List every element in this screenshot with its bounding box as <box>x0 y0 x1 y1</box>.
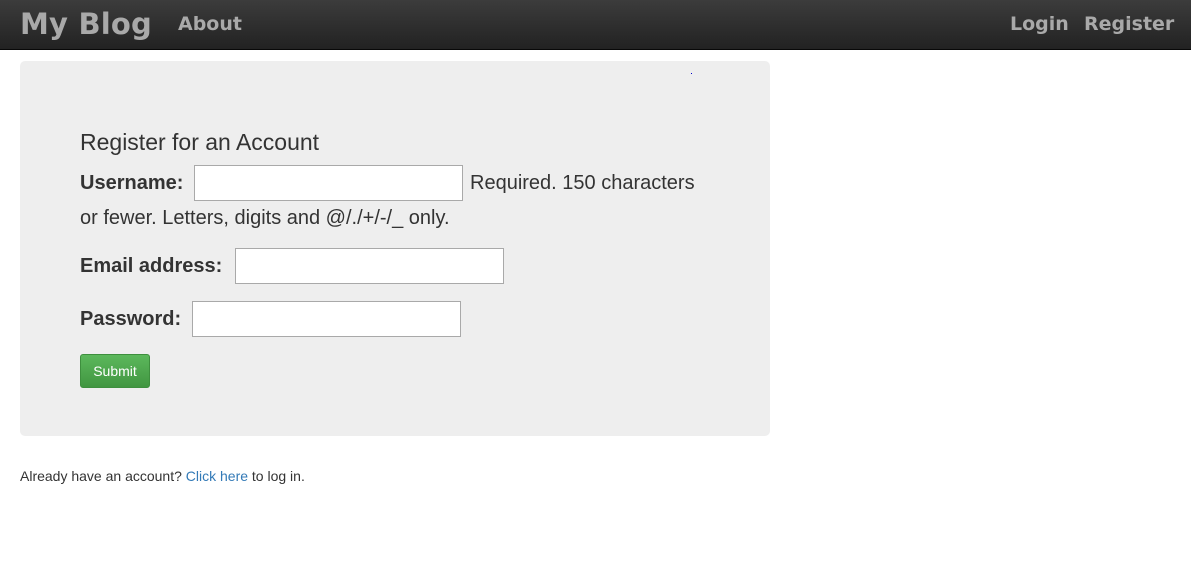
email-input[interactable] <box>235 248 504 284</box>
login-prompt: Already have an account? Click here to l… <box>20 467 305 485</box>
brand-link[interactable]: My Blog <box>20 4 152 44</box>
password-label: Password: <box>80 308 182 330</box>
nav-register-link[interactable]: Register <box>1084 12 1174 36</box>
password-input[interactable] <box>192 301 461 337</box>
username-input[interactable] <box>194 165 463 201</box>
login-link[interactable]: Click here <box>186 468 248 484</box>
username-help-text: Required. 150 characters <box>470 172 695 194</box>
form-title: Register for an Account <box>80 129 320 155</box>
nav-about-link[interactable]: About <box>178 12 242 36</box>
username-help-text-continued: or fewer. Letters, digits and @/./+/-/_ … <box>80 207 450 229</box>
email-label: Email address: <box>80 255 223 277</box>
username-label: Username: <box>80 172 184 194</box>
stray-dot <box>691 73 692 74</box>
submit-button[interactable]: Submit <box>80 354 150 388</box>
top-navbar: My Blog About Login Register <box>0 0 1191 50</box>
nav-login-link[interactable]: Login <box>1010 12 1069 36</box>
login-prompt-suffix: to log in. <box>251 468 305 484</box>
login-prompt-prefix: Already have an account? <box>20 468 182 484</box>
